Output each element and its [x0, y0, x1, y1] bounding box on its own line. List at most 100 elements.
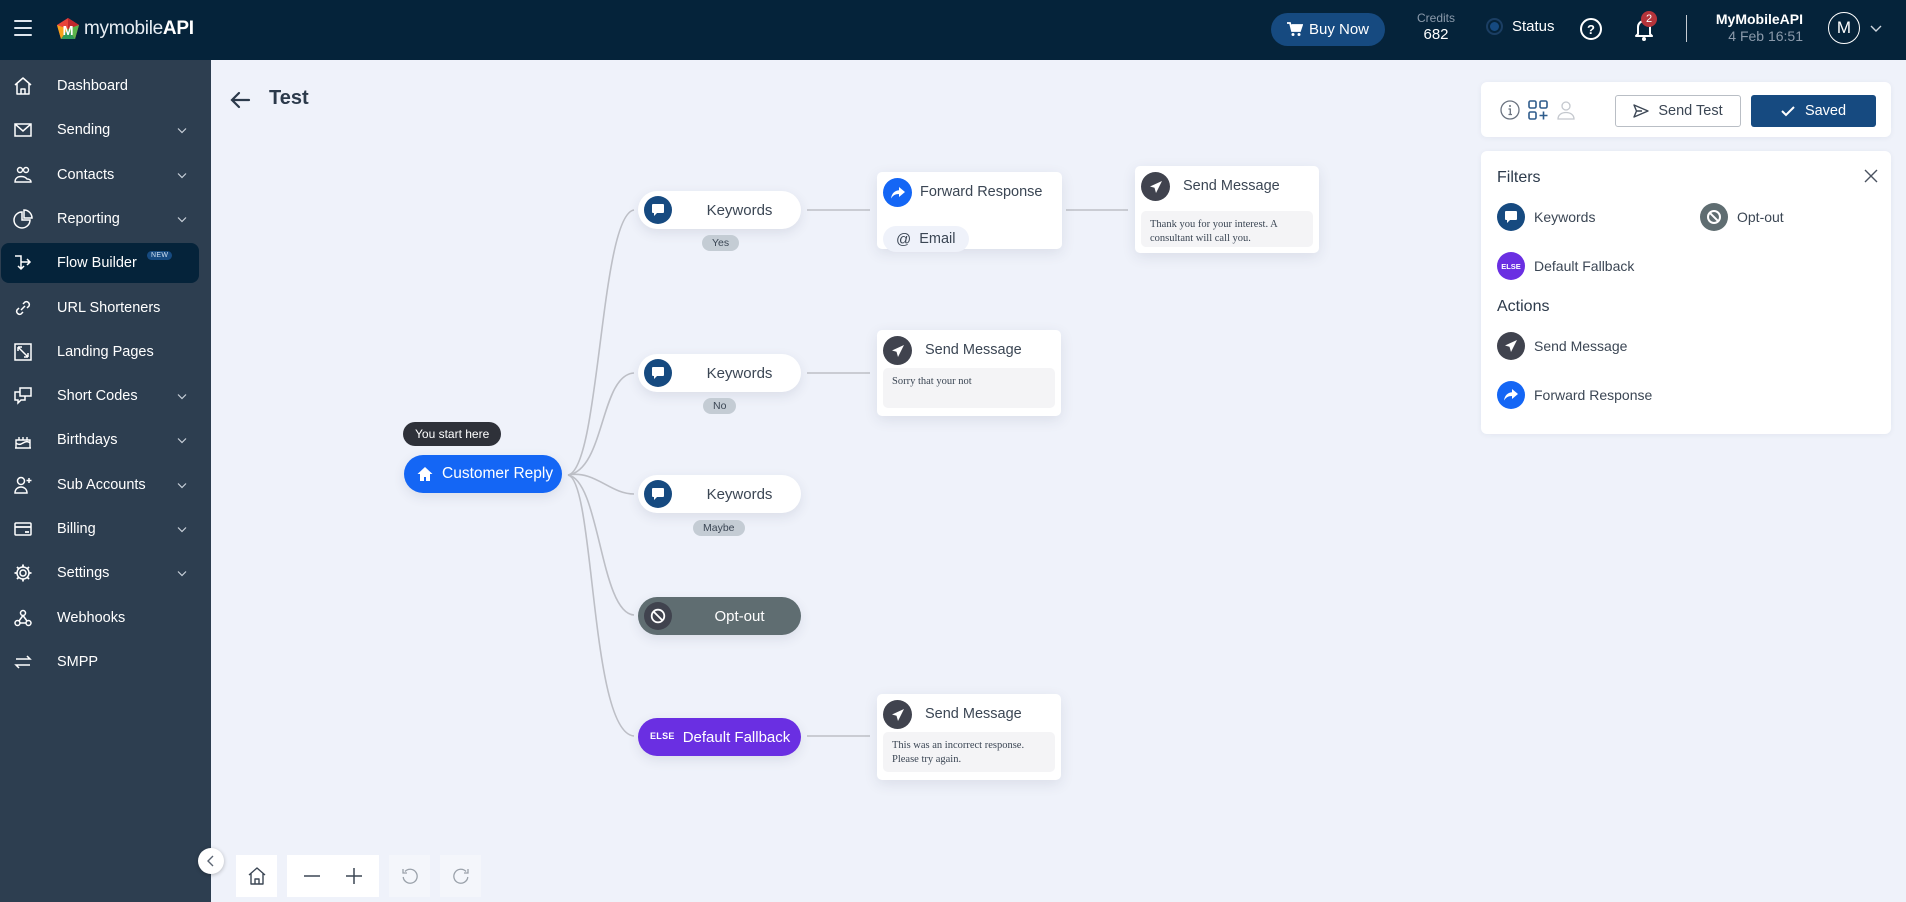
paper-plane-icon	[1497, 332, 1525, 360]
block-icon	[644, 602, 672, 630]
optout-node[interactable]: Opt-out	[638, 597, 801, 635]
flow-toolbar: Send Test Saved	[1481, 82, 1891, 137]
sidebar-item-label: URL Shorteners	[57, 299, 161, 316]
palette-item-label: Forward Response	[1534, 387, 1653, 403]
status-button[interactable]: Status	[1486, 18, 1555, 35]
sidebar-item-reporting[interactable]: Reporting	[1, 199, 199, 239]
chat-bubble-icon	[644, 359, 672, 387]
chevron-down-icon	[177, 172, 187, 178]
sidebar-item-landing-pages[interactable]: Landing Pages	[1, 332, 199, 372]
sidebar-item-birthdays[interactable]: Birthdays	[1, 420, 199, 460]
sidebar-item-dashboard[interactable]: Dashboard	[1, 66, 199, 106]
send-message-card-fallback[interactable]: Send Message This was an incorrect respo…	[877, 694, 1061, 780]
zoom-in-icon[interactable]	[344, 866, 364, 886]
keywords-node-yes[interactable]: Keywords	[638, 191, 801, 229]
sidebar-item-billing[interactable]: Billing	[1, 509, 199, 549]
sidebar-item-label: Contacts	[57, 166, 115, 183]
palette-item-optout[interactable]: Opt-out	[1700, 203, 1784, 231]
paper-plane-icon	[1141, 172, 1170, 201]
send-message-title: Send Message	[925, 342, 1022, 358]
zoom-out-icon[interactable]	[302, 866, 322, 886]
cart-icon	[1286, 22, 1303, 36]
sidebar-item-webhooks[interactable]: Webhooks	[1, 598, 199, 638]
chat-boxes-icon	[14, 387, 32, 405]
send-test-button[interactable]: Send Test	[1615, 95, 1741, 127]
buy-now-button[interactable]: Buy Now	[1271, 13, 1385, 46]
keywords-label: Keywords	[706, 364, 773, 382]
chat-bubble-icon	[1497, 203, 1525, 231]
info-icon[interactable]	[1499, 99, 1521, 121]
send-icon	[1633, 104, 1650, 118]
email-chip[interactable]: @ Email	[883, 226, 969, 252]
credits: Credits 682	[1412, 11, 1460, 43]
webhook-icon	[14, 609, 32, 626]
zoom-controls	[287, 855, 379, 897]
keyword-tag: No	[703, 398, 737, 414]
keywords-node-no[interactable]: Keywords	[638, 354, 801, 392]
logo[interactable]: M mymobileAPI	[56, 17, 194, 41]
sidebar-item-label: Settings	[57, 565, 110, 582]
close-icon[interactable]	[1863, 168, 1879, 184]
message-body: Sorry that your not	[883, 368, 1055, 408]
header-divider	[1686, 15, 1687, 42]
redo-button[interactable]	[440, 855, 481, 897]
else-icon: ELSE	[650, 731, 675, 741]
user-icon[interactable]	[1555, 99, 1577, 121]
sidebar-item-label: Webhooks	[57, 609, 126, 626]
help-icon[interactable]: ?	[1580, 18, 1602, 40]
connector-start-keywords-maybe	[567, 473, 635, 495]
page-title: Test	[269, 87, 309, 109]
palette-item-label: Send Message	[1534, 338, 1628, 354]
hamburger-icon[interactable]	[14, 20, 32, 38]
palette-item-send-message[interactable]: Send Message	[1497, 332, 1627, 360]
sidebar-item-sending[interactable]: Sending	[1, 110, 199, 150]
avatar[interactable]: M	[1828, 12, 1860, 44]
saved-button[interactable]: Saved	[1751, 95, 1876, 127]
sidebar-item-settings[interactable]: Settings	[1, 553, 199, 593]
sidebar-item-contacts[interactable]: Contacts	[1, 155, 199, 195]
logo-text-bold: API	[162, 18, 194, 39]
fit-view-button[interactable]	[236, 855, 277, 897]
back-arrow-icon[interactable]	[229, 89, 251, 111]
undo-button[interactable]	[389, 855, 430, 897]
redo-icon	[452, 868, 469, 884]
add-node-icon[interactable]	[1527, 99, 1549, 121]
collapse-sidebar-button[interactable]	[198, 848, 224, 874]
send-message-card-no[interactable]: Send Message Sorry that your not	[877, 330, 1061, 416]
connector-start-keywords-yes	[567, 209, 635, 476]
palette-item-default-fallback[interactable]: ELSE Default Fallback	[1497, 252, 1634, 280]
send-message-card-yes[interactable]: Send Message Thank you for your interest…	[1135, 166, 1319, 253]
keywords-node-maybe[interactable]: Keywords	[638, 475, 801, 513]
node-palette: Filters Keywords Opt-out ELSE Default Fa…	[1481, 151, 1891, 434]
chat-bubble-icon	[644, 196, 672, 224]
customer-reply-node[interactable]: Customer Reply	[404, 455, 562, 493]
chevron-down-icon	[177, 571, 187, 577]
chevron-down-icon	[177, 482, 187, 489]
sidebar-item-label: Birthdays	[57, 432, 118, 449]
sidebar-item-sub-accounts[interactable]: Sub Accounts	[1, 465, 199, 505]
default-fallback-label: Default Fallback	[682, 728, 791, 746]
default-fallback-node[interactable]: ELSE Default Fallback	[638, 718, 801, 756]
sidebar-item-flow-builder[interactable]: Flow Builder NEW	[1, 243, 199, 284]
sidebar-item-short-codes[interactable]: Short Codes	[1, 376, 199, 416]
sidebar-item-url-shorteners[interactable]: URL Shorteners	[1, 288, 199, 328]
user-info: MyMobileAPI 4 Feb 16:51	[1700, 11, 1803, 44]
chevron-down-icon[interactable]	[1870, 22, 1882, 34]
sidebar-item-smpp[interactable]: SMPP	[1, 642, 199, 682]
sidebar-item-label: Landing Pages	[57, 343, 154, 360]
chat-bubble-icon	[644, 480, 672, 508]
chevron-down-icon	[177, 216, 187, 223]
palette-item-keywords[interactable]: Keywords	[1497, 203, 1595, 231]
sidebar-item-label: Sub Accounts	[57, 476, 146, 493]
palette-item-forward-response[interactable]: Forward Response	[1497, 381, 1652, 409]
chevron-down-icon	[177, 128, 187, 134]
logo-text: mymobile	[84, 18, 163, 39]
chevron-down-icon	[177, 438, 187, 444]
forward-response-card[interactable]: Forward Response @ Email	[877, 172, 1062, 252]
chevron-left-icon	[207, 855, 214, 867]
customer-reply-label: Customer Reply	[442, 465, 554, 482]
connector-start-keywords-no	[567, 372, 635, 476]
connector-start-optout	[567, 474, 635, 616]
keyword-tag: Yes	[702, 235, 740, 251]
home-icon	[14, 77, 32, 95]
